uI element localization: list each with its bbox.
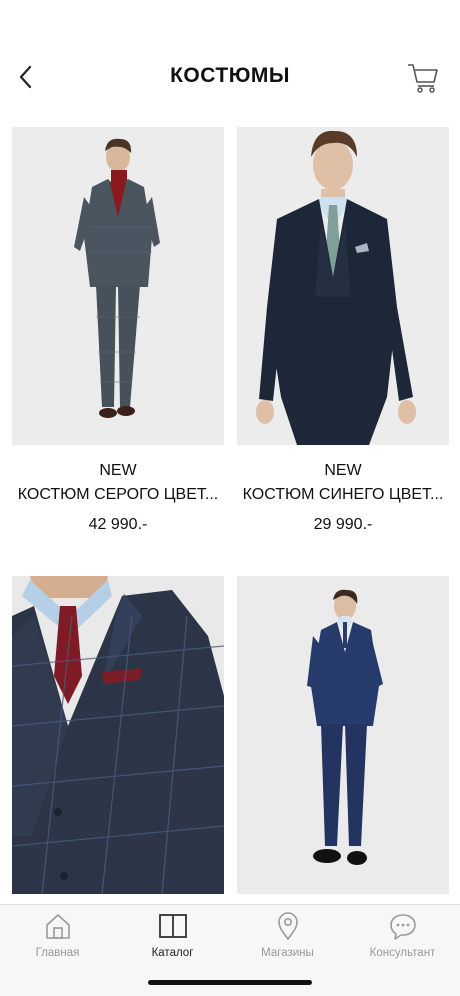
product-card[interactable]: NEW КОСТЮМ СЕРОГО ЦВЕТ... 42 990.-	[12, 127, 224, 534]
product-badge: NEW	[324, 462, 362, 479]
product-photo[interactable]	[237, 576, 449, 894]
product-price: 42 990.-	[88, 516, 148, 533]
product-photo[interactable]	[12, 576, 224, 894]
book-icon	[158, 914, 187, 938]
tab-consultant[interactable]: Консультант	[345, 911, 460, 959]
page-title: КОСТЮМЫ	[170, 64, 290, 87]
product-card[interactable]	[12, 576, 224, 923]
tab-label: Главная	[35, 947, 80, 959]
product-name[interactable]: КОСТЮМ СИНЕГО ЦВЕТ...	[237, 486, 449, 504]
product-badge: NEW	[99, 462, 137, 479]
product-photo[interactable]	[237, 127, 449, 445]
product-card[interactable]	[237, 576, 449, 923]
tab-stores[interactable]: Магазины	[230, 911, 345, 959]
product-price: 29 990.-	[313, 516, 373, 533]
map-pin-icon	[277, 912, 298, 941]
home-icon	[45, 914, 70, 939]
tab-label: Консультант	[369, 947, 436, 959]
cart-button[interactable]	[406, 60, 440, 94]
tab-catalog[interactable]: Каталог	[115, 911, 230, 959]
tab-home[interactable]: Главная	[0, 911, 115, 959]
product-photo[interactable]	[12, 127, 224, 445]
cart-icon	[408, 64, 438, 93]
tab-label: Каталог	[151, 947, 194, 959]
home-indicator	[148, 980, 312, 985]
chat-bubble-icon	[389, 914, 416, 940]
header: КОСТЮМЫ	[0, 48, 460, 106]
product-name[interactable]: КОСТЮМ СЕРОГО ЦВЕТ...	[12, 486, 224, 504]
tab-label: Магазины	[261, 947, 314, 959]
product-card[interactable]: NEW КОСТЮМ СИНЕГО ЦВЕТ... 29 990.-	[237, 127, 449, 534]
